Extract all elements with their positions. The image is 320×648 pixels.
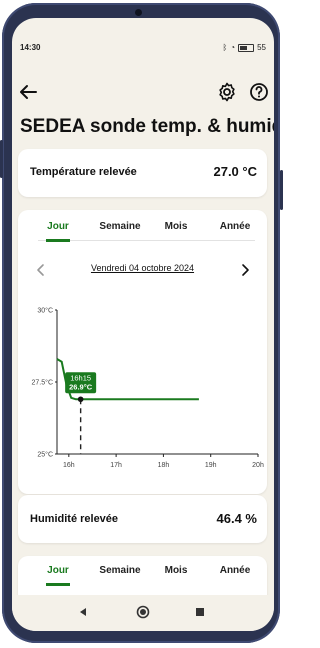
tab-month[interactable]: Mois [156, 221, 196, 232]
period-tabs: Jour Semaine Mois Année [18, 214, 267, 242]
x-tick-label: 19h [205, 462, 217, 469]
bluetooth-icon: ᛒ [222, 43, 228, 52]
temperature-chart: 30°C 27.5°C 25°C 16h 17h 18h 19h 20h 16h15 26.… [32, 307, 264, 470]
tab-year-humidity[interactable]: Année [213, 565, 257, 576]
x-tick-label: 17h [110, 462, 122, 469]
screen: 14:30 ᛒ ◔ 55 SEDEA sonde temp. & humid T… [12, 18, 274, 631]
selected-date[interactable]: Vendredi 04 octobre 2024 [18, 263, 267, 273]
temperature-value: 27.0 °C [213, 164, 257, 179]
tab-week-humidity[interactable]: Semaine [90, 565, 150, 576]
humidity-value: 46.4 % [216, 511, 257, 526]
status-time: 14:30 [20, 43, 41, 52]
tabs-divider [38, 240, 255, 241]
active-tab-indicator [46, 239, 70, 242]
tab-month-humidity[interactable]: Mois [156, 565, 196, 576]
wifi-icon: ◔ [230, 43, 236, 52]
period-tabs-humidity: Jour Semaine Mois Année [18, 558, 267, 586]
humidity-card[interactable]: Humidité relevée 46.4 % [18, 495, 267, 543]
phone-frame: 14:30 ᛒ ◔ 55 SEDEA sonde temp. & humid T… [2, 3, 280, 643]
help-icon[interactable] [247, 80, 271, 104]
tab-day-humidity[interactable]: Jour [38, 565, 78, 576]
chevron-right-icon[interactable] [237, 262, 253, 278]
front-camera [135, 9, 142, 16]
tab-week[interactable]: Semaine [90, 221, 150, 232]
android-nav-bar [12, 595, 274, 631]
nav-back-icon[interactable] [78, 607, 88, 617]
x-tick-label: 18h [158, 462, 170, 469]
volume-button [0, 140, 3, 178]
selected-point[interactable] [77, 396, 84, 403]
humidity-label: Humidité relevée [30, 513, 119, 525]
chart-tooltip: 16h15 26.9°C [65, 372, 97, 394]
back-arrow-icon[interactable] [16, 80, 40, 104]
status-icons: ᛒ ◔ 55 [222, 43, 266, 52]
date-navigator: Vendredi 04 octobre 2024 [18, 260, 267, 280]
active-tab-indicator-humidity [46, 583, 70, 586]
nav-home-icon[interactable] [136, 605, 150, 619]
temperature-card[interactable]: Température relevée 27.0 °C [18, 149, 267, 197]
tooltip-time: 16h15 [70, 373, 91, 382]
tooltip-value: 26.9°C [69, 382, 93, 391]
gear-icon[interactable] [215, 80, 239, 104]
temperature-chart-card: Jour Semaine Mois Année Vendredi 04 octo… [18, 210, 267, 494]
y-tick-label: 25°C [37, 451, 53, 459]
nav-recents-icon[interactable] [195, 607, 205, 617]
temperature-label: Température relevée [30, 166, 137, 178]
battery-icon [238, 43, 255, 52]
battery-percent: 55 [257, 43, 266, 52]
status-bar: 14:30 ᛒ ◔ 55 [12, 40, 274, 56]
power-button [280, 170, 283, 210]
tab-day[interactable]: Jour [38, 221, 78, 232]
page-title: SEDEA sonde temp. & humid [20, 116, 274, 137]
y-tick-label: 30°C [37, 307, 53, 315]
y-tick-label: 27.5°C [32, 379, 53, 387]
tab-year[interactable]: Année [213, 221, 257, 232]
top-bar [12, 80, 274, 110]
x-tick-label: 20h [252, 462, 264, 469]
x-tick-label: 16h [63, 462, 75, 469]
